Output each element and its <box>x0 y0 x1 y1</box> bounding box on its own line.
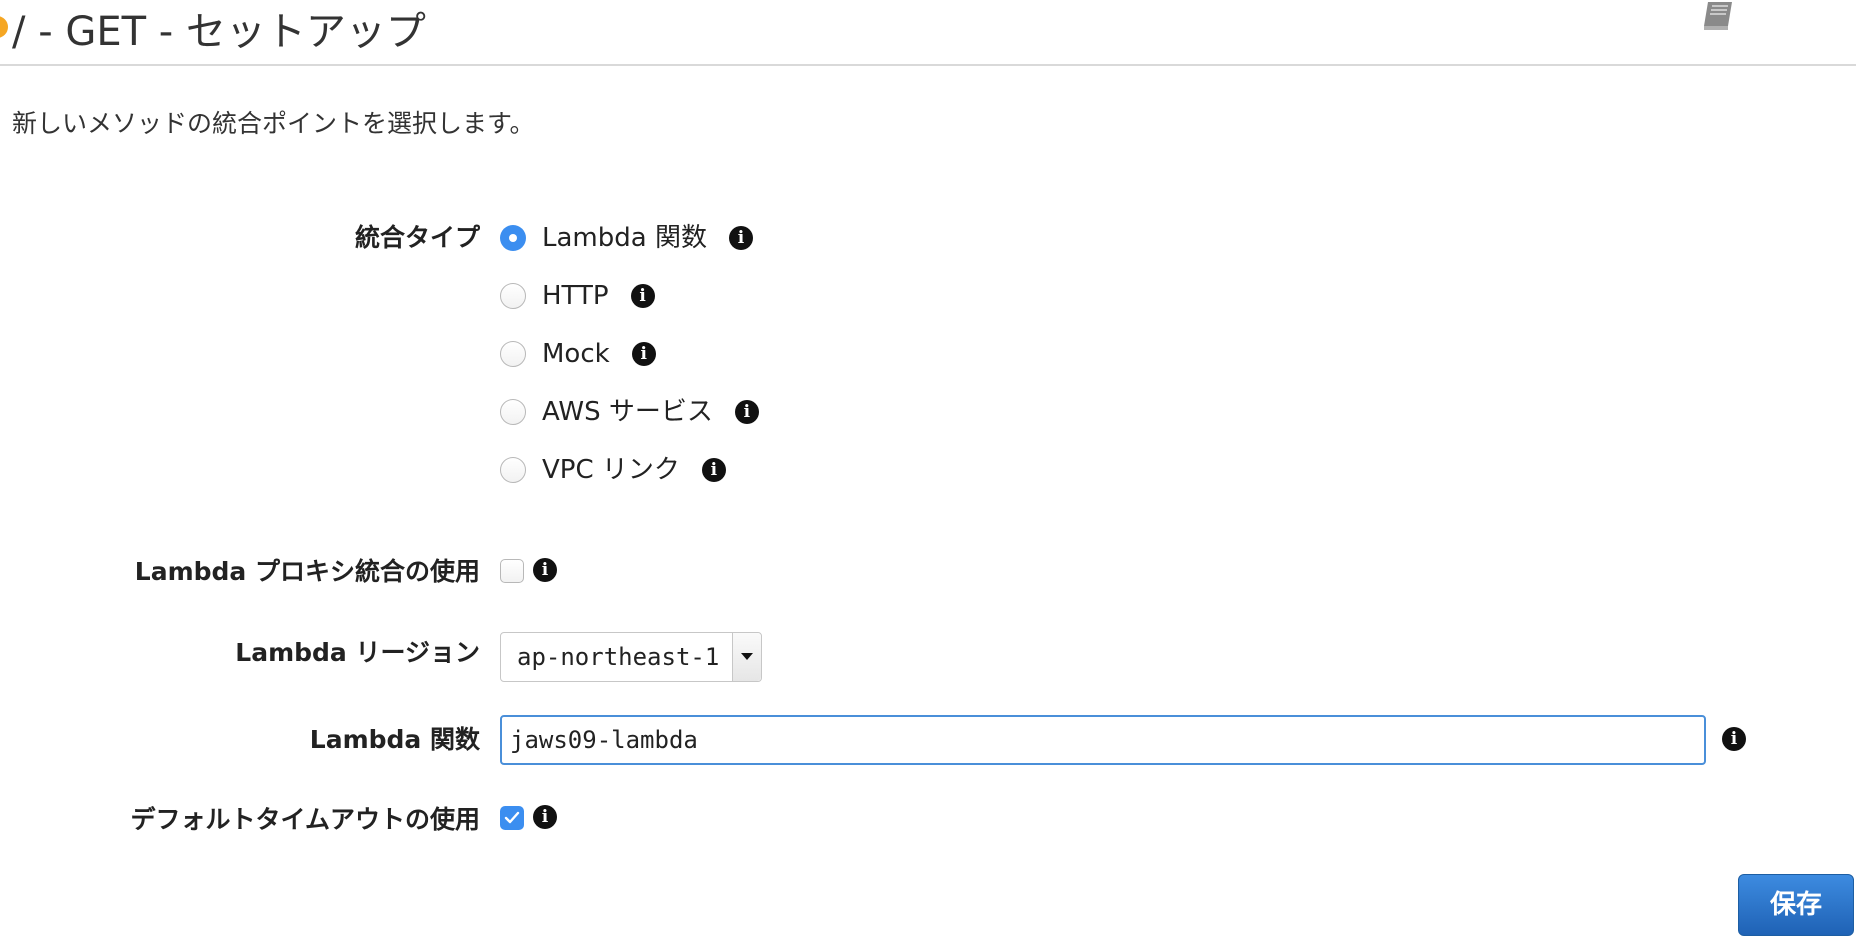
integration-type-label: 統合タイプ <box>354 223 480 252</box>
status-dot <box>0 16 8 38</box>
lambda-region-select[interactable]: ap-northeast-1 <box>500 632 762 682</box>
lambda-region-value: ap-northeast-1 <box>517 643 720 671</box>
page-description: 新しいメソッドの統合ポイントを選択します。 <box>12 109 535 138</box>
info-icon[interactable]: i <box>630 284 655 308</box>
method-setup-page: / - GET - セットアップ 新しいメソッドの統合ポイントを選択します。 統… <box>0 0 1856 950</box>
lambda-region-label: Lambda リージョン <box>235 638 480 667</box>
info-icon[interactable]: i <box>734 400 759 424</box>
info-icon[interactable]: i <box>533 558 557 582</box>
lambda-proxy-label: Lambda プロキシ統合の使用 <box>134 557 480 586</box>
radio-button[interactable] <box>500 341 526 367</box>
radio-label: Mock <box>542 339 610 369</box>
default-timeout-checkbox[interactable] <box>500 806 524 830</box>
radio-option-mock[interactable]: Mock i <box>500 334 656 374</box>
radio-button[interactable] <box>500 399 526 425</box>
default-timeout-label: デフォルトタイムアウトの使用 <box>130 805 480 834</box>
lambda-proxy-checkbox[interactable] <box>500 559 524 583</box>
info-icon[interactable]: i <box>701 458 726 482</box>
radio-option-http[interactable]: HTTP i <box>500 276 655 316</box>
book-icon[interactable] <box>1700 0 1740 32</box>
chevron-down-icon <box>741 653 753 660</box>
page-header: / - GET - セットアップ <box>0 0 1856 66</box>
radio-button[interactable] <box>500 225 526 251</box>
radio-button[interactable] <box>500 283 526 309</box>
radio-label: AWS サービス <box>542 397 713 427</box>
info-icon[interactable]: i <box>1722 727 1746 751</box>
radio-label: HTTP <box>542 281 609 311</box>
dropdown-toggle[interactable] <box>732 633 761 681</box>
lambda-function-label: Lambda 関数 <box>309 725 480 754</box>
radio-option-vpc-link[interactable]: VPC リンク i <box>500 450 726 490</box>
page-title: / - GET - セットアップ <box>12 9 426 55</box>
save-button[interactable]: 保存 <box>1738 874 1854 936</box>
radio-button[interactable] <box>500 457 526 483</box>
radio-option-aws-service[interactable]: AWS サービス i <box>500 392 759 432</box>
radio-option-lambda[interactable]: Lambda 関数 i <box>500 218 753 258</box>
lambda-function-input[interactable] <box>500 715 1706 765</box>
radio-label: VPC リンク <box>542 455 680 485</box>
info-icon[interactable]: i <box>728 226 753 250</box>
info-icon[interactable]: i <box>631 342 656 366</box>
radio-label: Lambda 関数 <box>542 223 707 253</box>
info-icon[interactable]: i <box>533 805 557 829</box>
checkmark-icon <box>504 811 520 824</box>
